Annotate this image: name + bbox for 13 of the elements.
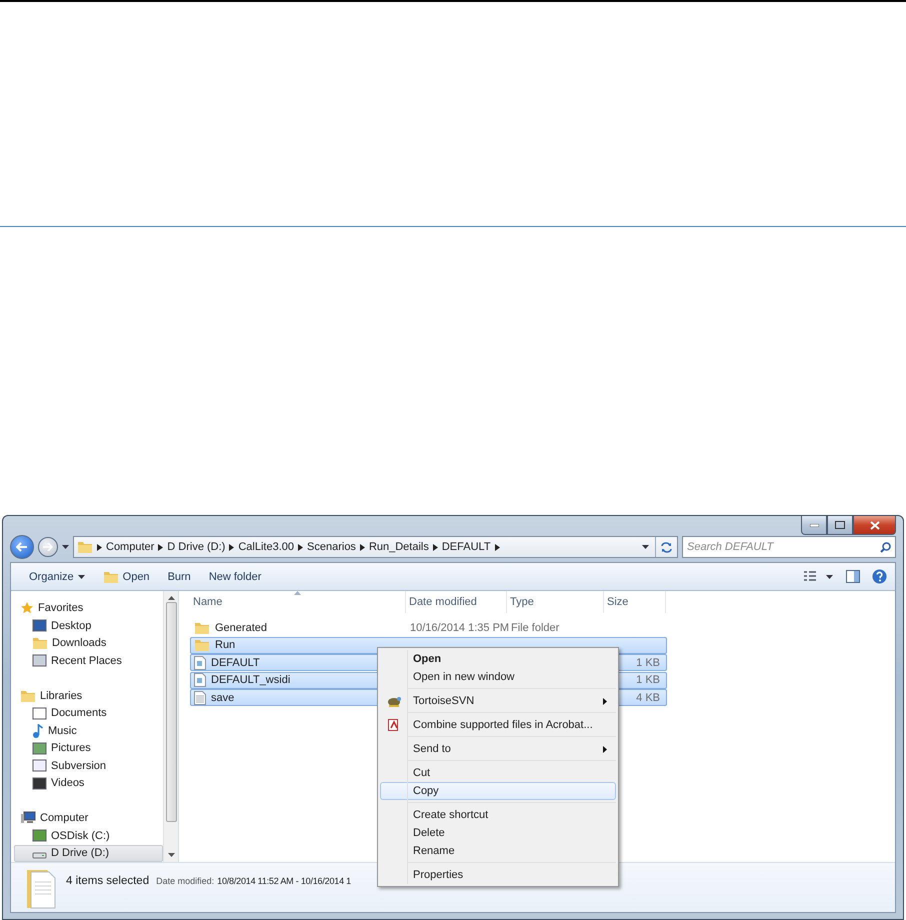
status-label: Date modified:	[156, 876, 214, 886]
selection-summary: 4 items selected	[66, 874, 150, 886]
file-size: 1 KB	[636, 674, 660, 686]
file-name: DEFAULT_wsidi	[211, 674, 290, 686]
file-size: 1 KB	[636, 656, 660, 668]
file-type: File folder	[511, 622, 560, 634]
file-name: Generated	[215, 622, 267, 634]
file-name: Run	[215, 639, 236, 651]
file-size: 4 KB	[636, 692, 660, 704]
file-name: DEFAULT	[211, 656, 260, 668]
file-date: 10/16/2014 1:35 PM	[410, 622, 510, 634]
file-name: save	[211, 692, 234, 704]
status-value: 10/8/2014 11:52 AM - 10/16/2014 1	[217, 876, 351, 886]
